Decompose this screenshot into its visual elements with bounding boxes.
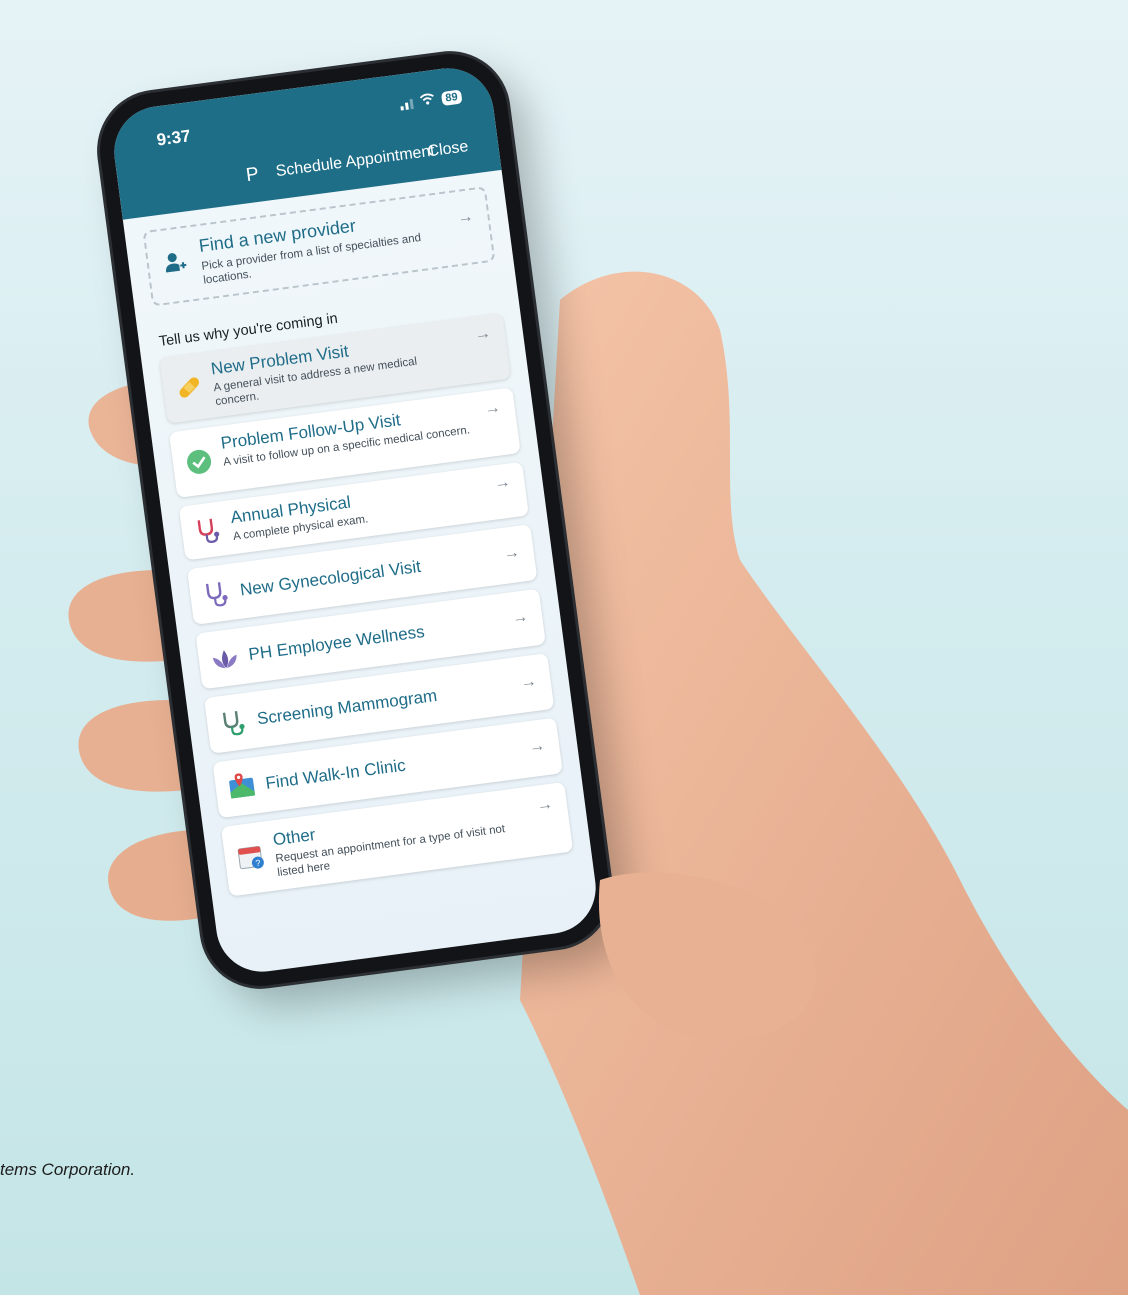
visit-title: PH Employee Wellness — [247, 621, 426, 664]
arrow-right-icon: → — [502, 543, 521, 563]
arrow-right-icon: → — [511, 608, 530, 628]
arrow-right-icon: → — [456, 208, 475, 227]
battery-icon: 89 — [440, 89, 463, 106]
close-button[interactable]: Close — [427, 138, 470, 161]
calendar-question-icon: ? — [237, 845, 264, 870]
visit-title: Other — [271, 824, 317, 850]
page-title: Schedule Appointment — [274, 142, 436, 181]
main-content: Find a new provider Pick a provider from… — [123, 170, 601, 977]
lotus-icon — [212, 650, 237, 669]
stethoscope-red-icon — [197, 518, 220, 543]
caption-text: tems Corporation. — [0, 1160, 136, 1179]
arrow-right-icon: → — [528, 737, 547, 757]
nav-letter: P — [244, 163, 261, 187]
visit-title: Find Walk-In Clinic — [264, 755, 407, 793]
add-person-icon — [165, 253, 187, 273]
check-circle-icon — [187, 449, 212, 474]
status-icons: 89 — [399, 89, 463, 112]
arrow-right-icon: → — [519, 672, 538, 692]
stethoscope-green-icon — [222, 711, 245, 736]
visit-title: Screening Mammogram — [255, 685, 439, 729]
visit-title: New Gynecological Visit — [238, 556, 422, 600]
bandage-icon — [179, 377, 200, 398]
arrow-right-icon: → — [535, 795, 554, 815]
arrow-right-icon: → — [493, 473, 512, 493]
stethoscope-purple-icon — [205, 582, 228, 607]
map-pin-icon — [229, 773, 256, 799]
status-time: 9:37 — [155, 126, 192, 150]
arrow-right-icon: → — [483, 399, 502, 419]
arrow-right-icon: → — [473, 324, 492, 344]
wifi-icon — [419, 92, 436, 109]
signal-icon — [399, 96, 414, 111]
